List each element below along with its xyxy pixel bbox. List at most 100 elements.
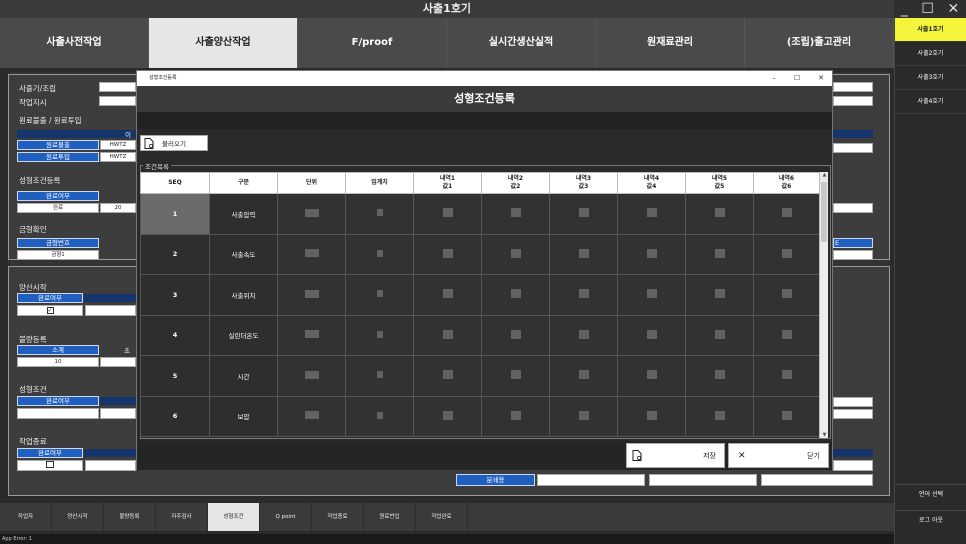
mass-start-checkbox-cell[interactable]: ✓: [17, 305, 83, 316]
cell-obscured-value[interactable]: [413, 193, 482, 235]
cell-obscured-value[interactable]: [617, 193, 686, 235]
col-header-detail2[interactable]: 내역2 값2: [481, 172, 550, 194]
col-header-unit[interactable]: 단위: [277, 172, 346, 194]
cell-seq[interactable]: 6: [140, 395, 210, 437]
cell-obscured-value[interactable]: [617, 274, 686, 316]
work-order-field[interactable]: [99, 96, 136, 106]
tab-worker[interactable]: 작업자: [0, 503, 52, 531]
cell-obscured-value[interactable]: [277, 395, 346, 437]
mixed-field-2[interactable]: [649, 474, 757, 486]
cell-obscured-value[interactable]: [685, 274, 754, 316]
right-field-8[interactable]: [833, 460, 873, 471]
tab-defect[interactable]: 불량등록: [104, 503, 156, 531]
scroll-up-icon[interactable]: ▲: [820, 172, 829, 178]
molding-cond-field-2[interactable]: [100, 408, 136, 419]
cell-obscured-value[interactable]: [753, 355, 820, 397]
cell-category[interactable]: 보압: [209, 395, 278, 437]
cell-obscured-value[interactable]: [413, 395, 482, 437]
cell-obscured-value[interactable]: [549, 314, 618, 356]
close-button[interactable]: ✕ 닫기: [728, 443, 829, 468]
tab-q-point[interactable]: Q point: [260, 503, 312, 531]
sidebar-item-machine-1[interactable]: 사출1호기: [895, 18, 966, 42]
cell-obscured-value[interactable]: [481, 193, 550, 235]
cell-obscured-value[interactable]: [753, 395, 820, 437]
nav-tab-mass-production[interactable]: 사출양산작업: [149, 18, 298, 68]
tab-mass-start[interactable]: 양산시작: [52, 503, 104, 531]
cell-obscured-value[interactable]: [413, 274, 482, 316]
tab-material-in[interactable]: 원료반입: [364, 503, 416, 531]
right-field-1[interactable]: [833, 82, 873, 92]
cell-seq[interactable]: 2: [140, 233, 210, 275]
load-button[interactable]: 불러오기: [140, 135, 208, 151]
injection-assembly-field[interactable]: [99, 82, 136, 92]
nav-tab-shipping[interactable]: (조립)출고관리: [745, 18, 894, 68]
cell-obscured-value[interactable]: [481, 233, 550, 275]
mixed-field-1[interactable]: [537, 474, 645, 486]
table-row[interactable]: 6 보압: [140, 395, 820, 437]
cell-obscured-value[interactable]: [345, 314, 414, 356]
subtotal-field[interactable]: 10: [17, 357, 99, 367]
table-row[interactable]: 1 사출압력: [140, 193, 820, 235]
col-header-category[interactable]: 구분: [209, 172, 278, 194]
subtotal-field-2[interactable]: [100, 357, 136, 367]
col-header-seq[interactable]: SEQ: [140, 172, 210, 194]
cell-seq[interactable]: 1: [140, 193, 210, 235]
mold-number-field[interactable]: 금형1: [17, 250, 99, 260]
cell-obscured-value[interactable]: [753, 193, 820, 235]
dialog-close-icon[interactable]: ✕: [818, 71, 824, 86]
cell-obscured-value[interactable]: [549, 355, 618, 397]
right-field-7[interactable]: [833, 409, 873, 419]
language-select-button[interactable]: 언어 선택: [895, 484, 966, 504]
cell-seq[interactable]: 3: [140, 274, 210, 316]
work-end-field[interactable]: [85, 460, 136, 471]
tab-self-inspection[interactable]: 자주검사: [156, 503, 208, 531]
right-field-4[interactable]: [833, 203, 873, 213]
cell-obscured-value[interactable]: [617, 233, 686, 275]
col-header-detail6[interactable]: 내역6 값6: [753, 172, 820, 194]
cell-obscured-value[interactable]: [753, 233, 820, 275]
dialog-minimize-icon[interactable]: –: [772, 71, 776, 86]
molding-extra-field[interactable]: 20: [100, 203, 136, 213]
logout-button[interactable]: 로그 아웃: [895, 510, 966, 530]
cell-obscured-value[interactable]: [617, 395, 686, 437]
cell-obscured-value[interactable]: [753, 314, 820, 356]
cell-obscured-value[interactable]: [413, 355, 482, 397]
cell-obscured-value[interactable]: [277, 314, 346, 356]
cell-obscured-value[interactable]: [685, 314, 754, 356]
cell-obscured-value[interactable]: [685, 395, 754, 437]
mixed-field-3[interactable]: [761, 474, 873, 486]
dialog-maximize-icon[interactable]: ☐: [794, 71, 800, 86]
molding-cond-field[interactable]: [17, 408, 99, 419]
cell-obscured-value[interactable]: [753, 274, 820, 316]
mass-start-field[interactable]: [85, 305, 136, 316]
minimize-icon[interactable]: _: [901, 1, 908, 17]
col-header-detail4[interactable]: 내역4 값4: [617, 172, 686, 194]
cell-obscured-value[interactable]: [481, 355, 550, 397]
nav-tab-pre-work[interactable]: 사출사전작업: [0, 18, 149, 68]
molding-complete-field[interactable]: 완료: [17, 203, 99, 213]
cell-category[interactable]: 사출압력: [209, 193, 278, 235]
table-scrollbar[interactable]: ▲ ▼: [819, 172, 828, 438]
scroll-down-icon[interactable]: ▼: [820, 432, 829, 438]
col-header-threshold[interactable]: 임계치: [345, 172, 414, 194]
cell-obscured-value[interactable]: [345, 355, 414, 397]
col-header-detail1[interactable]: 내역1 값1: [413, 172, 482, 194]
tab-molding-condition[interactable]: 성형조건: [208, 503, 260, 531]
cell-obscured-value[interactable]: [413, 233, 482, 275]
table-row[interactable]: 2 사출속도: [140, 233, 820, 275]
cell-obscured-value[interactable]: [617, 314, 686, 356]
cell-obscured-value[interactable]: [481, 314, 550, 356]
cell-obscured-value[interactable]: [685, 355, 754, 397]
cell-obscured-value[interactable]: [345, 193, 414, 235]
col-header-detail3[interactable]: 내역3 값3: [549, 172, 618, 194]
sidebar-item-machine-2[interactable]: 사출2호기: [895, 42, 966, 66]
nav-tab-raw-material[interactable]: 원재료관리: [596, 18, 745, 68]
maximize-icon[interactable]: ☐: [921, 1, 934, 17]
cell-category[interactable]: 사출위치: [209, 274, 278, 316]
close-icon[interactable]: ✕: [947, 1, 959, 17]
col-header-detail5[interactable]: 내역5 값5: [685, 172, 754, 194]
nav-tab-fproof[interactable]: F/proof: [298, 18, 447, 68]
scroll-thumb[interactable]: [821, 182, 827, 242]
cell-obscured-value[interactable]: [617, 355, 686, 397]
cell-category[interactable]: 시간: [209, 355, 278, 397]
